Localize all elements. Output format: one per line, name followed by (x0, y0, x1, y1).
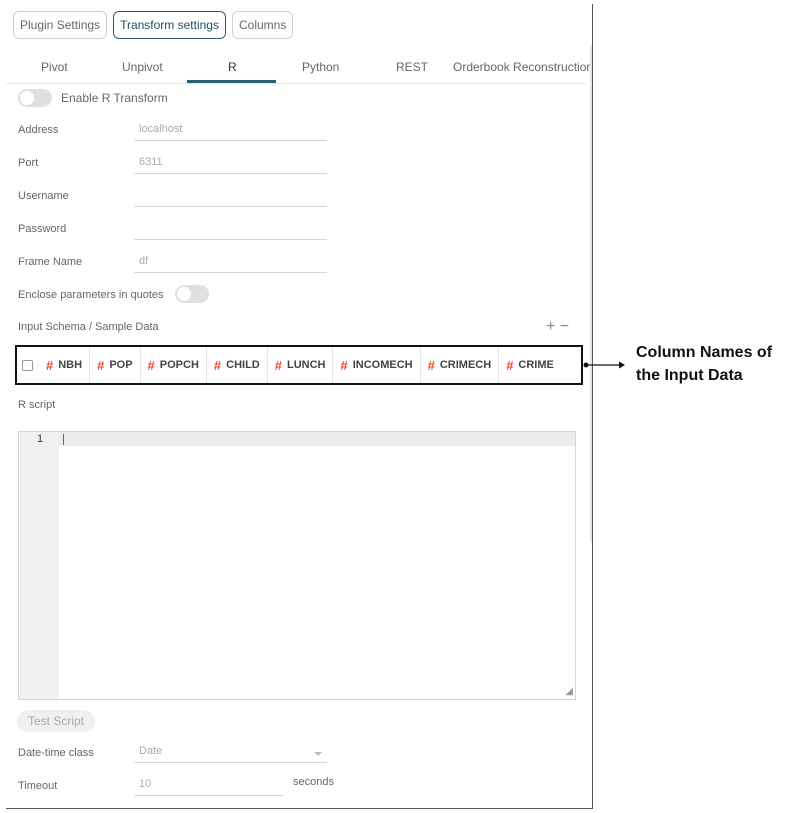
tab-orderbook-reconstruction[interactable]: Orderbook Reconstruction (453, 56, 592, 78)
password-input[interactable] (134, 219, 327, 240)
text-cursor (63, 434, 64, 445)
schema-column-row: # NBH # POP # POPCH # CHILD # LUNCH # IN… (17, 347, 561, 383)
column-name: POP (109, 359, 133, 371)
numeric-type-icon: # (506, 357, 514, 373)
annotation-arrow-icon (583, 361, 625, 369)
tab-unpivot[interactable]: Unpivot (122, 56, 163, 78)
column-header[interactable]: # POP (89, 347, 139, 383)
line-number: 1 (37, 433, 44, 445)
active-line-highlight (59, 432, 575, 446)
annotation-label: Column Names of the Input Data (636, 344, 773, 384)
column-header[interactable]: # CRIME (498, 347, 561, 383)
column-header[interactable]: # CRIMECH (419, 347, 499, 383)
tab-plugin-settings[interactable]: Plugin Settings (13, 11, 108, 39)
enclose-quotes-label: Enclose parameters in quotes (18, 289, 164, 301)
numeric-type-icon: # (274, 357, 282, 373)
active-tab-indicator (187, 80, 276, 83)
r-script-label: R script (18, 399, 56, 411)
frame-name-label: Frame Name (18, 256, 83, 268)
column-name: CRIMECH (439, 359, 492, 371)
toggle-knob (177, 287, 191, 301)
tab-rest[interactable]: REST (396, 56, 428, 78)
column-name: LUNCH (286, 359, 326, 371)
input-schema-label: Input Schema / Sample Data (18, 321, 159, 333)
address-label: Address (18, 124, 59, 136)
tab-columns[interactable]: Columns (231, 11, 294, 39)
test-script-button[interactable]: Test Script (17, 710, 96, 732)
tab-transform-settings[interactable]: Transform settings (113, 11, 226, 39)
schema-actions: + − (546, 318, 569, 336)
password-label: Password (18, 223, 67, 235)
scrollbar[interactable] (590, 44, 592, 544)
numeric-type-icon: # (427, 357, 435, 373)
numeric-type-icon: # (46, 357, 54, 373)
schema-highlight-box: # NBH # POP # POPCH # CHILD # LUNCH # IN… (15, 345, 583, 385)
numeric-type-icon: # (147, 357, 155, 373)
add-column-button[interactable]: + (546, 318, 555, 335)
resize-grip-icon[interactable]: ◢ (565, 686, 573, 697)
enable-r-label: Enable R Transform (61, 91, 168, 105)
numeric-type-icon: # (340, 357, 348, 373)
frame-name-input[interactable]: df (134, 252, 327, 273)
column-header[interactable]: # NBH (39, 347, 89, 383)
r-script-editor[interactable]: 1 ◢ (18, 431, 576, 700)
column-name: INCOMECH (352, 359, 413, 371)
column-name: CRIME (518, 359, 554, 371)
top-tab-bar: Plugin Settings Transform settings Colum… (13, 11, 294, 39)
tab-python[interactable]: Python (302, 56, 339, 78)
column-name: CHILD (226, 359, 260, 371)
column-header[interactable]: # CHILD (205, 347, 267, 383)
column-name: POPCH (159, 359, 199, 371)
enable-r-toggle[interactable] (18, 89, 52, 107)
datetime-class-label: Date-time class (18, 747, 94, 759)
line-gutter (19, 432, 59, 699)
numeric-type-icon: # (97, 357, 105, 373)
tab-r[interactable]: R (228, 56, 237, 78)
datetime-class-select[interactable]: Date (134, 742, 327, 763)
column-header[interactable]: # INCOMECH (332, 347, 419, 383)
enclose-quotes-toggle[interactable] (175, 285, 209, 303)
column-header[interactable]: # LUNCH (266, 347, 333, 383)
toggle-knob (20, 91, 34, 105)
timeout-label: Timeout (18, 780, 58, 792)
tab-pivot[interactable]: Pivot (41, 56, 68, 78)
settings-panel: Plugin Settings Transform settings Colum… (6, 4, 593, 809)
username-input[interactable] (134, 186, 327, 207)
column-name: NBH (58, 359, 83, 371)
port-label: Port (18, 157, 39, 169)
select-all-checkbox[interactable] (22, 359, 33, 371)
numeric-type-icon: # (213, 357, 222, 373)
username-label: Username (18, 190, 69, 202)
port-input[interactable]: 6311 (134, 153, 327, 174)
address-input[interactable]: localhost (134, 120, 327, 141)
timeout-unit: seconds (293, 776, 334, 788)
column-header[interactable]: # POPCH (139, 347, 206, 383)
transform-tab-bar: Pivot Unpivot R Python REST Orderbook Re… (6, 56, 592, 84)
timeout-input[interactable]: 10 (134, 775, 284, 796)
remove-column-button[interactable]: − (560, 318, 569, 335)
chevron-down-icon (314, 752, 322, 756)
